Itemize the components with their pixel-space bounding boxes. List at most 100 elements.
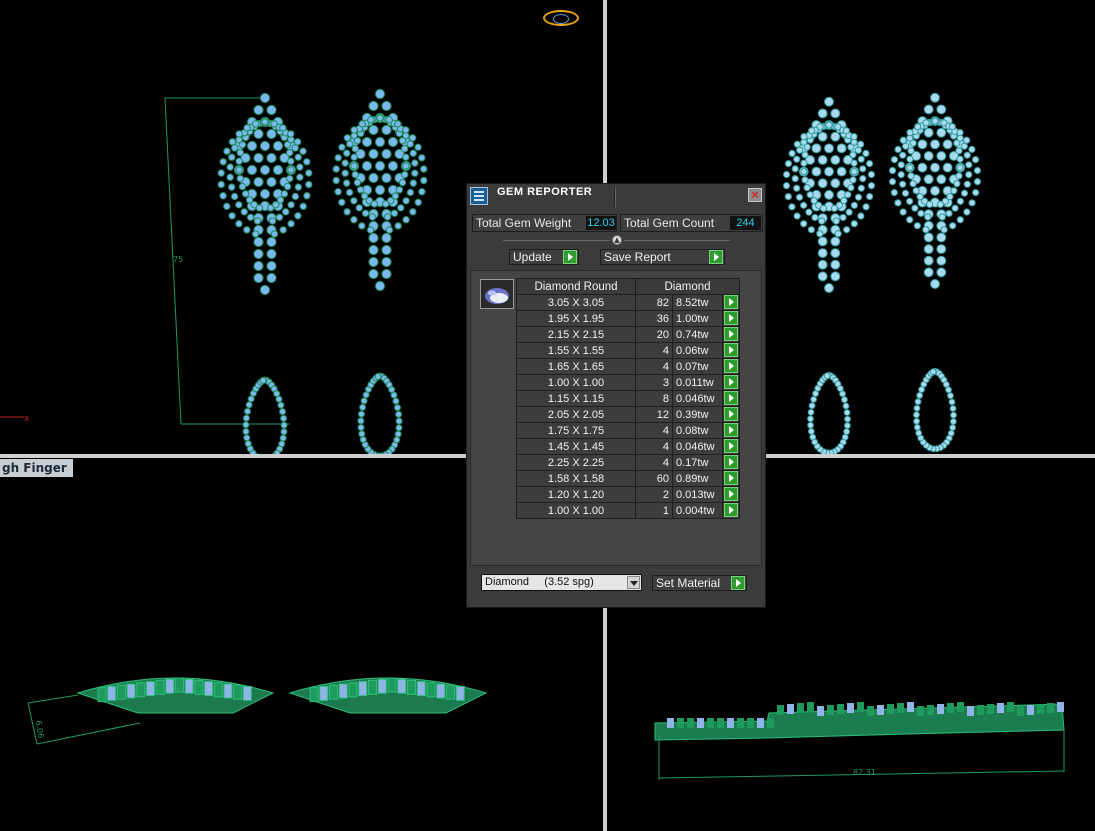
row-go-cell — [722, 358, 740, 375]
earring-side-profile — [654, 702, 1065, 741]
chevron-down-icon[interactable] — [627, 576, 640, 589]
gem-count: 60 — [635, 470, 673, 487]
collapse-divider-right — [624, 240, 730, 241]
row-go-icon[interactable] — [724, 439, 738, 453]
gem-weight: 0.046tw — [672, 438, 723, 455]
table-row[interactable]: 2.05 X 2.05 12 0.39tw — [516, 406, 740, 423]
table-row[interactable]: 1.95 X 1.95 36 1.00tw — [516, 310, 740, 327]
gem-weight: 0.06tw — [672, 342, 723, 359]
collapse-divider — [503, 240, 610, 241]
gem-size: 1.65 X 1.65 — [516, 358, 636, 375]
row-go-cell — [722, 502, 740, 519]
gem-count: 1 — [635, 502, 673, 519]
column-header-shape[interactable]: Diamond Round — [516, 278, 636, 295]
row-go-icon[interactable] — [724, 311, 738, 325]
gem-count: 20 — [635, 326, 673, 343]
row-go-icon[interactable] — [724, 471, 738, 485]
save-report-button-label: Save Report — [604, 250, 671, 264]
gem-size: 1.58 X 1.58 — [516, 470, 636, 487]
side-dimension-text: 82.31 — [853, 768, 876, 777]
table-row[interactable]: 1.00 X 1.00 1 0.004tw — [516, 502, 740, 519]
row-go-cell — [722, 454, 740, 471]
gem-size: 2.15 X 2.15 — [516, 326, 636, 343]
save-report-go-icon — [709, 250, 723, 264]
set-material-button[interactable]: Set Material — [652, 575, 747, 591]
table-row[interactable]: 1.15 X 1.15 8 0.046tw — [516, 390, 740, 407]
gem-count: 3 — [635, 374, 673, 391]
total-gem-weight: Total Gem Weight 12.03 — [472, 214, 617, 232]
row-go-cell — [722, 470, 740, 487]
gem-size: 1.55 X 1.55 — [516, 342, 636, 359]
table-row[interactable]: 3.05 X 3.05 82 8.52tw — [516, 294, 740, 311]
row-go-cell — [722, 294, 740, 311]
panel-titlebar[interactable]: GEM REPORTER × — [467, 184, 765, 210]
update-button[interactable]: Update — [509, 249, 579, 265]
row-go-cell — [722, 438, 740, 455]
total-gem-count-value: 244 — [730, 216, 761, 230]
diamond-thumbnail-icon[interactable] — [480, 279, 514, 309]
gem-count: 82 — [635, 294, 673, 311]
total-gem-weight-label: Total Gem Weight — [476, 216, 572, 230]
row-go-icon[interactable] — [724, 343, 738, 357]
title-separator — [614, 187, 615, 207]
gem-count: 4 — [635, 342, 673, 359]
row-go-icon[interactable] — [724, 391, 738, 405]
save-report-button[interactable]: Save Report — [600, 249, 725, 265]
row-go-icon[interactable] — [724, 359, 738, 373]
close-button[interactable]: × — [748, 188, 762, 202]
gem-weight: 0.013tw — [672, 486, 723, 503]
row-go-icon[interactable] — [724, 327, 738, 341]
gem-size: 2.25 X 2.25 — [516, 454, 636, 471]
gem-count: 2 — [635, 486, 673, 503]
row-go-cell — [722, 486, 740, 503]
gem-count: 36 — [635, 310, 673, 327]
row-go-icon[interactable] — [724, 423, 738, 437]
table-row[interactable]: 1.45 X 1.45 4 0.046tw — [516, 438, 740, 455]
row-go-icon[interactable] — [724, 295, 738, 309]
axis-x: x — [0, 414, 30, 424]
earring-left — [217, 92, 313, 454]
row-go-icon[interactable] — [724, 503, 738, 517]
gem-count: 4 — [635, 422, 673, 439]
gem-count: 4 — [635, 358, 673, 375]
gem-weight: 8.52tw — [672, 294, 723, 311]
set-material-button-label: Set Material — [656, 576, 721, 590]
update-go-icon — [563, 250, 577, 264]
row-go-icon[interactable] — [724, 407, 738, 421]
table-row[interactable]: 1.20 X 1.20 2 0.013tw — [516, 486, 740, 503]
gem-weight: 1.00tw — [672, 310, 723, 327]
row-go-cell — [722, 326, 740, 343]
gem-weight: 0.011tw — [672, 374, 723, 391]
table-row[interactable]: 2.25 X 2.25 4 0.17tw — [516, 454, 740, 471]
gem-weight: 0.07tw — [672, 358, 723, 375]
total-gem-count: Total Gem Count 244 — [620, 214, 763, 232]
row-go-icon[interactable] — [724, 455, 738, 469]
gem-reporter-icon — [470, 187, 488, 205]
svg-text:x: x — [24, 414, 30, 424]
table-row[interactable]: 1.65 X 1.65 4 0.07tw — [516, 358, 740, 375]
collapse-toggle-icon[interactable]: ▲ — [612, 235, 622, 245]
viewport-label[interactable]: gh Finger — [0, 459, 73, 477]
row-go-cell — [722, 406, 740, 423]
table-row[interactable]: 1.58 X 1.58 60 0.89tw — [516, 470, 740, 487]
gem-size: 1.75 X 1.75 — [516, 422, 636, 439]
gem-size: 1.00 X 1.00 — [516, 502, 636, 519]
gem-weight: 0.39tw — [672, 406, 723, 423]
gem-count: 4 — [635, 454, 673, 471]
gem-weight: 0.17tw — [672, 454, 723, 471]
material-select[interactable]: Diamond (3.52 spg) — [481, 574, 642, 591]
earring-front-left — [76, 677, 275, 714]
table-row[interactable]: 2.15 X 2.15 20 0.74tw — [516, 326, 740, 343]
row-go-icon[interactable] — [724, 487, 738, 501]
top-dimension-text: 75 — [173, 255, 183, 264]
row-go-cell — [722, 310, 740, 327]
table-row[interactable]: 1.75 X 1.75 4 0.08tw — [516, 422, 740, 439]
column-header-material[interactable]: Diamond — [635, 278, 740, 295]
table-row[interactable]: 1.00 X 1.00 3 0.011tw — [516, 374, 740, 391]
diamond-thumbnail — [485, 288, 509, 304]
row-go-cell — [722, 374, 740, 391]
total-gem-count-label: Total Gem Count — [624, 216, 715, 230]
navigation-gizmo[interactable] — [543, 10, 579, 26]
table-row[interactable]: 1.55 X 1.55 4 0.06tw — [516, 342, 740, 359]
row-go-icon[interactable] — [724, 375, 738, 389]
